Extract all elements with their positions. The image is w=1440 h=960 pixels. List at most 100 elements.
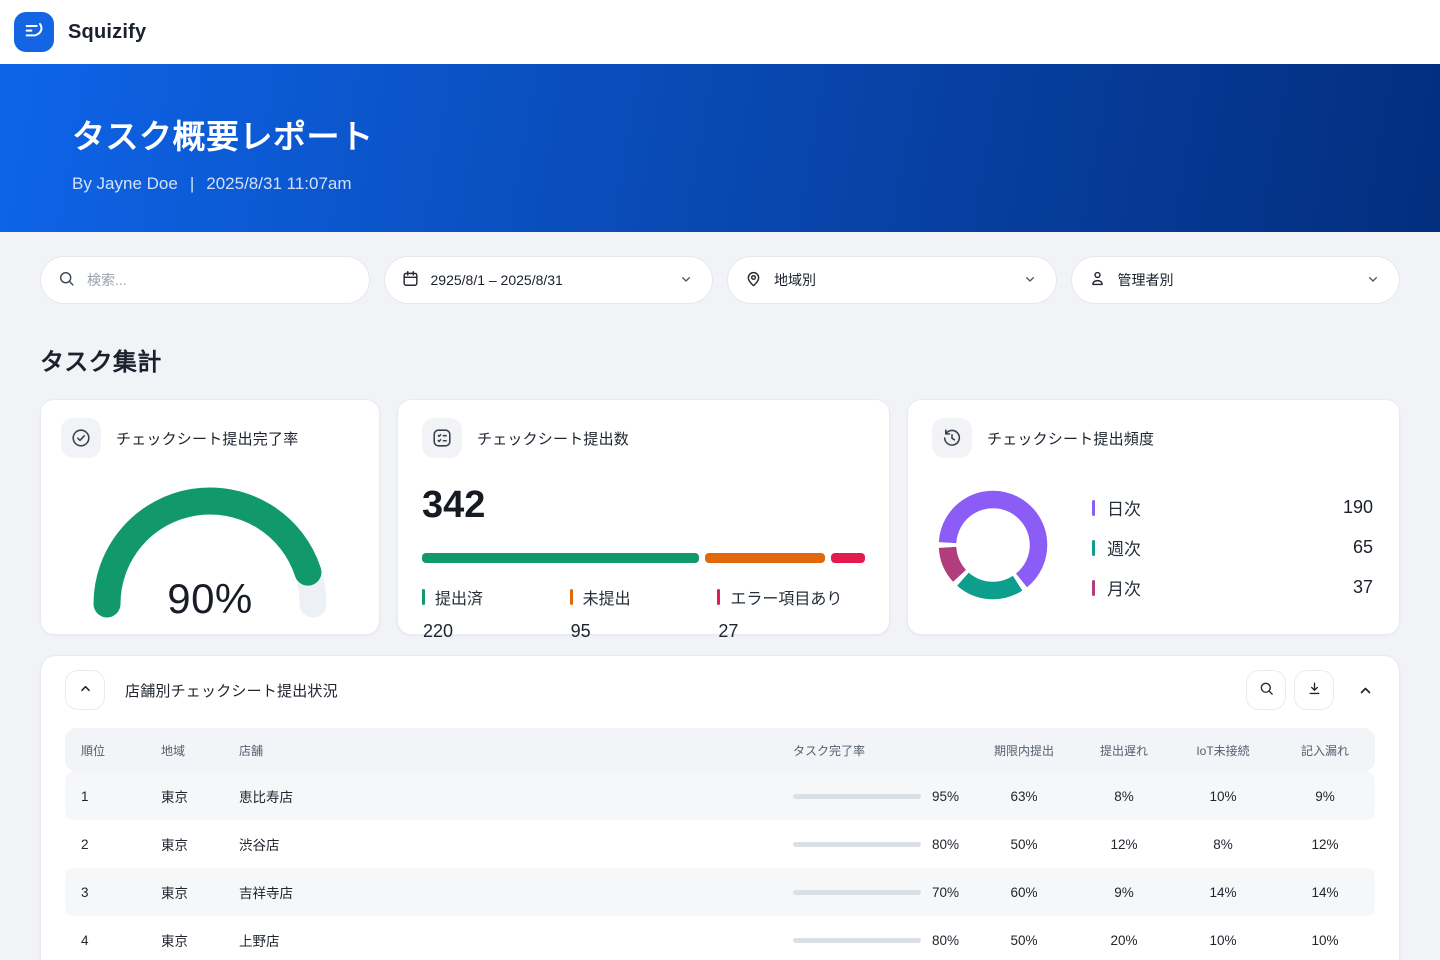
legend-tick bbox=[570, 589, 573, 605]
table-row[interactable]: 3東京吉祥寺店70%60%9%14%14% bbox=[65, 868, 1375, 916]
legend-tick bbox=[1092, 540, 1095, 556]
table-body: 1東京恵比寿店95%63%8%10%9%2東京渋谷店80%50%12%8%12%… bbox=[65, 772, 1375, 960]
report-title: タスク概要レポート bbox=[72, 110, 1368, 158]
completion-value: 70% bbox=[932, 885, 971, 900]
legend-value: 190 bbox=[1343, 497, 1373, 518]
frequency-legend-row: 週次 65 bbox=[1092, 535, 1373, 560]
submissions-total: 342 bbox=[422, 484, 865, 527]
collapse-section-button[interactable] bbox=[65, 670, 105, 710]
region-value: 地域別 bbox=[774, 270, 1011, 290]
cell-completion: 70% bbox=[791, 885, 971, 900]
legend-value: 27 bbox=[717, 621, 865, 642]
cell-iot: 10% bbox=[1171, 789, 1275, 804]
submissions-stacked-bar bbox=[422, 553, 865, 563]
completion-value: 80% bbox=[932, 933, 971, 948]
cell-missing: 14% bbox=[1275, 885, 1375, 900]
cell-on-time: 60% bbox=[971, 885, 1077, 900]
report-banner: タスク概要レポート By Jayne Doe | 2025/8/31 11:07… bbox=[0, 64, 1440, 232]
cell-on-time: 63% bbox=[971, 789, 1077, 804]
column-header: 提出遅れ bbox=[1077, 742, 1171, 759]
chevron-up-icon[interactable] bbox=[1356, 681, 1375, 700]
legend-tick bbox=[1092, 500, 1095, 516]
cell-missing: 12% bbox=[1275, 837, 1375, 852]
chevron-up-icon bbox=[77, 680, 94, 700]
legend-label: エラー項目あり bbox=[730, 585, 842, 609]
completion-rate-card: チェックシート提出完了率 90% bbox=[40, 399, 380, 635]
column-header: 店舗 bbox=[223, 742, 791, 759]
column-header: 順位 bbox=[65, 742, 145, 759]
app-logo[interactable] bbox=[14, 12, 54, 52]
date-range-select[interactable]: 2925/8/1 – 2025/8/31 bbox=[384, 256, 714, 304]
cell-rank: 3 bbox=[65, 885, 145, 900]
table-header-row: 順位地域店舗タスク完了率期限内提出提出遅れIoT未接続記入漏れ bbox=[65, 728, 1375, 772]
table-search-button[interactable] bbox=[1246, 670, 1286, 710]
completion-value: 95% bbox=[932, 789, 971, 804]
legend-item: 未提出95 bbox=[570, 585, 718, 642]
cell-region: 東京 bbox=[145, 930, 223, 950]
checklist-icon bbox=[422, 418, 462, 458]
progress-bar bbox=[793, 938, 921, 943]
cell-completion: 80% bbox=[791, 837, 971, 852]
completion-gauge: 90% bbox=[78, 472, 342, 627]
search-icon bbox=[57, 269, 76, 291]
legend-label: 月次 bbox=[1107, 575, 1141, 600]
frequency-legend: 日次 190 週次 65 月次 37 bbox=[1092, 495, 1375, 600]
cell-region: 東京 bbox=[145, 882, 223, 902]
location-pin-icon bbox=[744, 269, 763, 291]
cell-store: 渋谷店 bbox=[223, 834, 791, 854]
manager-select[interactable]: 管理者別 bbox=[1071, 256, 1401, 304]
squizify-logo-icon bbox=[22, 18, 46, 47]
bar-segment bbox=[422, 553, 699, 563]
legend-label: 週次 bbox=[1107, 535, 1141, 560]
search-icon bbox=[1258, 680, 1275, 700]
history-clock-icon bbox=[932, 418, 972, 458]
legend-tick bbox=[717, 589, 720, 605]
cell-late: 9% bbox=[1077, 885, 1171, 900]
submissions-card-title: チェックシート提出数 bbox=[477, 428, 629, 449]
cell-late: 20% bbox=[1077, 933, 1171, 948]
cell-iot: 10% bbox=[1171, 933, 1275, 948]
chevron-down-icon bbox=[1365, 271, 1381, 290]
cell-iot: 8% bbox=[1171, 837, 1275, 852]
cell-store: 吉祥寺店 bbox=[223, 882, 791, 902]
progress-bar bbox=[793, 842, 921, 847]
table-row[interactable]: 4東京上野店80%50%20%10%10% bbox=[65, 916, 1375, 960]
frequency-card: チェックシート提出頻度 日次 190 週次 65 月次 37 bbox=[907, 399, 1400, 635]
column-header: IoT未接続 bbox=[1171, 742, 1275, 759]
cell-late: 8% bbox=[1077, 789, 1171, 804]
filter-bar: 2925/8/1 – 2025/8/31 地域別 管理者別 bbox=[40, 256, 1400, 304]
table-row[interactable]: 1東京恵比寿店95%63%8%10%9% bbox=[65, 772, 1375, 820]
cell-on-time: 50% bbox=[971, 837, 1077, 852]
person-icon bbox=[1088, 269, 1107, 291]
search-field[interactable] bbox=[40, 256, 370, 304]
legend-value: 37 bbox=[1353, 577, 1373, 598]
column-header: 期限内提出 bbox=[971, 742, 1077, 759]
store-table: 順位地域店舗タスク完了率期限内提出提出遅れIoT未接続記入漏れ 1東京恵比寿店9… bbox=[65, 728, 1375, 960]
calendar-icon bbox=[401, 269, 420, 291]
region-select[interactable]: 地域別 bbox=[727, 256, 1057, 304]
progress-bar bbox=[793, 890, 921, 895]
legend-value: 65 bbox=[1353, 537, 1373, 558]
cell-completion: 80% bbox=[791, 933, 971, 948]
legend-item: 提出済220 bbox=[422, 585, 570, 642]
table-row[interactable]: 2東京渋谷店80%50%12%8%12% bbox=[65, 820, 1375, 868]
cell-missing: 10% bbox=[1275, 933, 1375, 948]
legend-label: 未提出 bbox=[583, 585, 631, 609]
search-input[interactable] bbox=[87, 272, 351, 288]
cell-missing: 9% bbox=[1275, 789, 1375, 804]
app-name: Squizify bbox=[68, 21, 146, 44]
report-byline: By Jayne Doe | 2025/8/31 11:07am bbox=[72, 174, 1368, 194]
table-download-button[interactable] bbox=[1294, 670, 1334, 710]
date-range-value: 2925/8/1 – 2025/8/31 bbox=[431, 272, 668, 288]
cell-rank: 1 bbox=[65, 789, 145, 804]
store-table-title: 店舗別チェックシート提出状況 bbox=[125, 680, 338, 701]
frequency-card-title: チェックシート提出頻度 bbox=[987, 428, 1154, 449]
manager-value: 管理者別 bbox=[1118, 270, 1355, 290]
legend-item: エラー項目あり 27 bbox=[717, 585, 865, 642]
cell-region: 東京 bbox=[145, 834, 223, 854]
legend-tick bbox=[422, 589, 425, 605]
bar-segment bbox=[705, 553, 825, 563]
legend-label: 日次 bbox=[1107, 495, 1141, 520]
cell-rank: 4 bbox=[65, 933, 145, 948]
submission-count-card: チェックシート提出数 342 提出済220未提出95エラー項目あり27 bbox=[397, 399, 890, 635]
